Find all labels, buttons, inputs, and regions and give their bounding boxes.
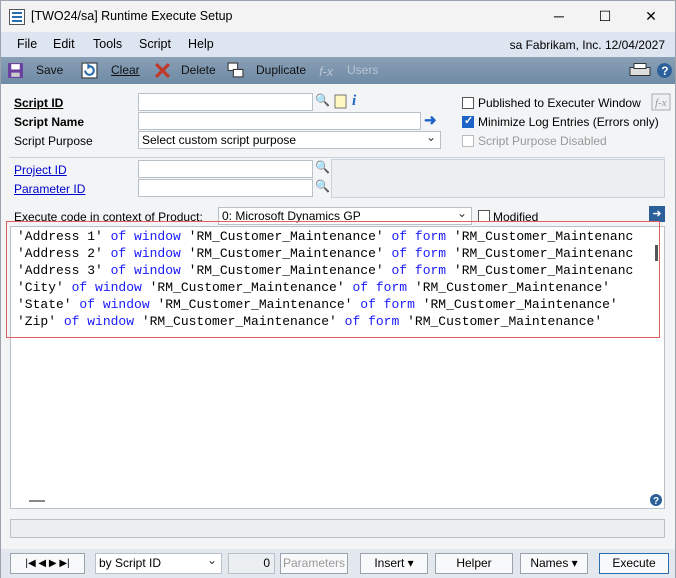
app-icon: [9, 9, 25, 25]
sort-dropdown[interactable]: by Script ID: [95, 551, 222, 574]
toolbar: Save Clear Delete Duplicate f-x Users ?: [1, 57, 675, 84]
duplicate-icon: [227, 62, 244, 78]
status-bar: [10, 519, 665, 538]
project-info-panel: [331, 159, 665, 198]
record-navigation[interactable]: |◀ ◀ ▶ ▶|: [10, 553, 85, 574]
run-arrow-icon[interactable]: ➜: [649, 206, 665, 222]
helper-button[interactable]: Helper: [435, 553, 513, 574]
close-button[interactable]: ✕: [628, 1, 674, 32]
highlight-box: [6, 221, 660, 338]
menu-file[interactable]: File: [17, 37, 37, 51]
execute-button[interactable]: Execute: [599, 553, 669, 574]
published-checkbox[interactable]: [462, 97, 474, 109]
project-id-field[interactable]: [138, 160, 313, 178]
title-bar: [TWO24/sa] Runtime Execute Setup ─ ☐ ✕: [1, 1, 675, 32]
project-id-link[interactable]: Project ID: [14, 163, 67, 177]
function-icon[interactable]: f-x: [651, 93, 671, 111]
duplicate-button[interactable]: Duplicate: [256, 63, 306, 77]
clear-icon: [81, 62, 98, 79]
save-icon: [8, 63, 23, 78]
window-title: [TWO24/sa] Runtime Execute Setup: [31, 9, 233, 23]
menu-help[interactable]: Help: [188, 37, 214, 51]
parameter-id-field[interactable]: [138, 179, 313, 197]
info-icon[interactable]: i: [352, 93, 356, 110]
app-window: [TWO24/sa] Runtime Execute Setup ─ ☐ ✕ F…: [0, 0, 676, 578]
purpose-disabled-label: Script Purpose Disabled: [478, 134, 607, 148]
save-button[interactable]: Save: [36, 63, 63, 77]
script-purpose-dropdown[interactable]: Select custom script purpose: [138, 129, 441, 149]
names-button[interactable]: Names ▾: [520, 553, 588, 574]
parameters-button[interactable]: Parameters: [280, 553, 348, 574]
script-id-field[interactable]: [138, 93, 313, 111]
expand-arrow-icon[interactable]: ➜: [424, 111, 437, 129]
insert-label: Insert: [374, 556, 405, 570]
bottom-bar: |◀ ◀ ▶ ▶| by Script ID 0 Parameters Inse…: [1, 549, 675, 578]
horizontal-scrollbar[interactable]: [29, 500, 45, 502]
insert-button[interactable]: Insert ▾: [360, 553, 428, 574]
printer-icon[interactable]: [628, 62, 652, 79]
delete-icon: [154, 62, 171, 79]
minimize-log-checkbox[interactable]: [462, 114, 474, 128]
delete-button[interactable]: Delete: [181, 63, 216, 77]
menu-bar: File Edit Tools Script Help sa Fabrikam,…: [1, 32, 675, 57]
users-icon: f-x: [319, 64, 334, 79]
maximize-button[interactable]: ☐: [582, 1, 628, 32]
minimize-button[interactable]: ─: [536, 1, 582, 32]
menu-edit[interactable]: Edit: [53, 37, 75, 51]
project-lookup-icon[interactable]: 🔍: [315, 160, 330, 174]
svg-text:f-x: f-x: [319, 64, 334, 79]
script-id-label: Script ID: [14, 96, 64, 110]
parameter-id-link[interactable]: Parameter ID: [14, 182, 85, 196]
script-name-label: Script Name: [14, 115, 85, 129]
user-company-date: sa Fabrikam, Inc. 12/04/2027: [509, 38, 665, 52]
count-field: 0: [228, 553, 275, 574]
minimize-log-label: Minimize Log Entries (Errors only): [478, 115, 659, 129]
lookup-icon[interactable]: 🔍: [315, 93, 330, 107]
published-label: Published to Executer Window: [478, 96, 641, 110]
menu-script[interactable]: Script: [139, 37, 171, 51]
purpose-disabled-checkbox[interactable]: [462, 135, 474, 147]
names-label: Names: [530, 556, 569, 570]
clear-button[interactable]: Clear: [111, 63, 140, 77]
editor-help-icon[interactable]: ?: [649, 493, 663, 507]
parameter-lookup-icon[interactable]: 🔍: [315, 179, 330, 193]
svg-text:?: ?: [661, 65, 668, 78]
svg-text:?: ?: [653, 496, 659, 507]
script-name-field[interactable]: [138, 112, 421, 130]
note-icon[interactable]: [334, 94, 347, 109]
help-icon[interactable]: ?: [656, 62, 673, 79]
users-button[interactable]: Users: [347, 63, 378, 77]
menu-tools[interactable]: Tools: [93, 37, 122, 51]
svg-text:f-x: f-x: [655, 97, 667, 109]
divider: [9, 157, 665, 158]
script-purpose-label: Script Purpose: [14, 134, 93, 148]
